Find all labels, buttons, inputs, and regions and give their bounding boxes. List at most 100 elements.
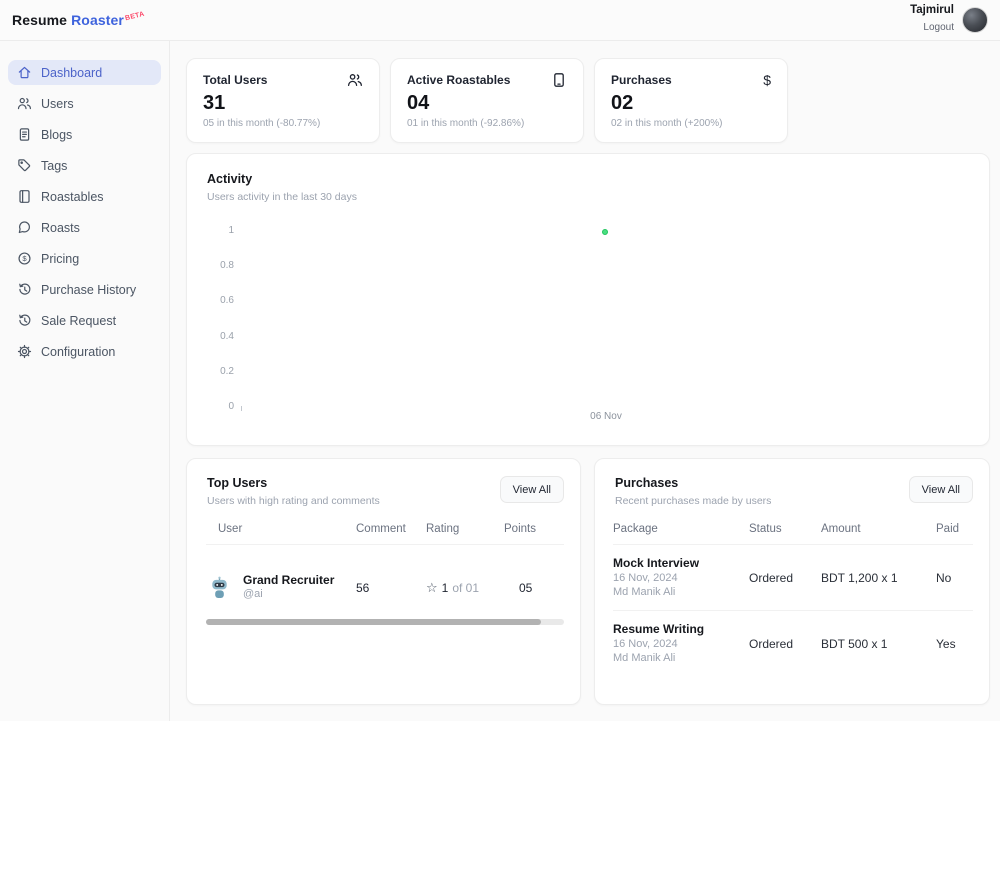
y-axis-tick: 0.2 xyxy=(187,366,234,377)
y-axis-tick: 1 xyxy=(187,225,234,236)
notebook-icon xyxy=(17,189,32,204)
sidebar-item-label: Pricing xyxy=(41,252,79,266)
stat-value: 31 xyxy=(203,92,363,115)
dollar-circle-icon: $ xyxy=(17,251,32,266)
stat-title: Total Users xyxy=(203,73,267,87)
sidebar-item-roasts[interactable]: Roasts xyxy=(8,215,161,240)
sidebar-item-sale-request[interactable]: Sale Request xyxy=(8,308,161,333)
sidebar-item-configuration[interactable]: Configuration xyxy=(8,339,161,364)
sidebar-item-blogs[interactable]: Blogs xyxy=(8,122,161,147)
paid-status: No xyxy=(936,571,973,585)
purchases-table-header: Package Status Amount Paid xyxy=(613,523,973,544)
bottom-row: Top Users Users with high rating and com… xyxy=(186,458,990,705)
top-users-table-header: User Comment Rating Points xyxy=(206,523,564,544)
app-root: Resume Roaster BETA Tajmirul Logout Dash… xyxy=(0,0,1000,721)
top-users-subtitle: Users with high rating and comments xyxy=(207,495,380,507)
sidebar-item-purchase-history[interactable]: Purchase History xyxy=(8,277,161,302)
rating-cell: ☆ 1 of 01 xyxy=(426,581,504,595)
sidebar-item-tags[interactable]: Tags xyxy=(8,153,161,178)
chat-bubble-icon xyxy=(17,220,32,235)
sidebar-item-label: Roastables xyxy=(41,190,104,204)
logout-button[interactable]: Logout xyxy=(923,22,954,33)
robot-avatar xyxy=(208,576,231,599)
paid-status: Yes xyxy=(936,637,973,651)
sidebar-item-users[interactable]: Users xyxy=(8,91,161,116)
svg-text:$: $ xyxy=(22,254,27,263)
y-axis-tick: 0.8 xyxy=(187,260,234,271)
history-clock-icon xyxy=(17,313,32,328)
top-users-table: User Comment Rating Points xyxy=(187,523,580,544)
user-handle: @ai xyxy=(243,588,334,602)
table-row[interactable]: Grand Recruiter @ai 56 ☆ 1 of 01 05 ( xyxy=(206,561,564,614)
y-axis-tick: 0.6 xyxy=(187,295,234,306)
tags-icon xyxy=(17,158,32,173)
blog-document-icon xyxy=(17,127,32,142)
logo[interactable]: Resume Roaster BETA xyxy=(12,12,144,28)
buyer-name: Md Manik Ali xyxy=(613,585,749,599)
activity-card: Activity Users activity in the last 30 d… xyxy=(186,153,990,446)
home-icon xyxy=(17,65,32,80)
column-header-user: User xyxy=(206,523,356,544)
column-header-comment: Comment xyxy=(356,523,426,544)
stat-caption: 01 in this month (-92.86%) xyxy=(407,118,567,129)
table-row[interactable]: Resume Writing 16 Nov, 2024 Md Manik Ali… xyxy=(613,611,973,676)
sidebar-item-label: Users xyxy=(41,97,74,111)
stat-caption: 05 in this month (-80.77%) xyxy=(203,118,363,129)
history-clock-icon xyxy=(17,282,32,297)
clipped-cell: ( xyxy=(564,582,581,594)
horizontal-scrollbar[interactable] xyxy=(206,619,564,625)
activity-subtitle: Users activity in the last 30 days xyxy=(207,191,969,203)
sidebar-item-label: Purchase History xyxy=(41,283,136,297)
sidebar-item-pricing[interactable]: $ Pricing xyxy=(8,246,161,271)
user-display-name: Grand Recruiter xyxy=(243,573,334,588)
y-axis-tick: 0 xyxy=(187,401,234,412)
stat-caption: 02 in this month (+200%) xyxy=(611,118,771,129)
purchase-date: 16 Nov, 2024 xyxy=(613,571,749,585)
purchase-amount: BDT 1,200 x 1 xyxy=(821,571,936,585)
purchases-table: Package Status Amount Paid xyxy=(595,523,989,544)
top-users-card: Top Users Users with high rating and com… xyxy=(186,458,581,705)
table-row[interactable]: Mock Interview 16 Nov, 2024 Md Manik Ali… xyxy=(613,545,973,610)
tablet-icon xyxy=(551,72,567,88)
package-name: Mock Interview xyxy=(613,556,749,571)
column-header-package: Package xyxy=(613,523,749,544)
logo-primary-text: Resume xyxy=(12,12,67,28)
rating-value: 1 xyxy=(442,581,449,595)
scrollbar-thumb[interactable] xyxy=(206,619,541,625)
sidebar-item-label: Tags xyxy=(41,159,67,173)
purchases-title: Purchases xyxy=(615,476,771,490)
stat-value: 02 xyxy=(611,92,771,115)
column-header-status: Status xyxy=(749,523,821,544)
rating-suffix: of 01 xyxy=(452,581,479,595)
top-users-view-all-button[interactable]: View All xyxy=(500,476,564,503)
column-header-amount: Amount xyxy=(821,523,936,544)
activity-title: Activity xyxy=(207,172,969,186)
stat-value: 04 xyxy=(407,92,567,115)
stats-row: Total Users 31 05 in this month (-80.77%… xyxy=(186,58,990,143)
table-divider xyxy=(206,544,564,545)
purchases-view-all-button[interactable]: View All xyxy=(909,476,973,503)
stat-card-total-users: Total Users 31 05 in this month (-80.77%… xyxy=(186,58,380,143)
stat-title: Active Roastables xyxy=(407,73,510,87)
comment-count: 56 xyxy=(356,581,426,595)
user-name: Tajmirul xyxy=(910,4,954,17)
main-content: Total Users 31 05 in this month (-80.77%… xyxy=(170,41,1000,721)
sidebar-item-roastables[interactable]: Roastables xyxy=(8,184,161,209)
purchase-date: 16 Nov, 2024 xyxy=(613,637,749,651)
column-header-paid: Paid xyxy=(936,523,973,544)
users-icon xyxy=(347,72,363,88)
sidebar-item-dashboard[interactable]: Dashboard xyxy=(8,60,161,85)
sidebar: Dashboard Users Blogs Tags Roastables xyxy=(0,41,170,721)
stat-title: Purchases xyxy=(611,73,672,87)
buyer-name: Md Manik Ali xyxy=(613,651,749,665)
stat-card-active-roastables: Active Roastables 04 01 in this month (-… xyxy=(390,58,584,143)
purchase-status: Ordered xyxy=(749,637,821,651)
user-meta: Tajmirul Logout xyxy=(910,4,954,36)
users-icon xyxy=(17,96,32,111)
sidebar-item-label: Sale Request xyxy=(41,314,116,328)
sidebar-item-label: Roasts xyxy=(41,221,80,235)
stat-card-purchases: Purchases $ 02 02 in this month (+200%) xyxy=(594,58,788,143)
chart-data-point[interactable] xyxy=(602,229,608,235)
user-avatar[interactable] xyxy=(962,7,988,33)
app-header: Resume Roaster BETA Tajmirul Logout xyxy=(0,0,1000,41)
